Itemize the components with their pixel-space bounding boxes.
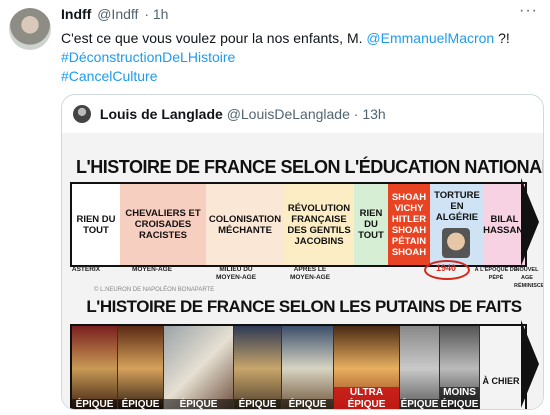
photo-image: ÉPIQUE <box>400 326 440 410</box>
timeline-label: MOYEN-AGE <box>131 266 173 273</box>
epic-tag: ÉPIQUE <box>72 399 117 409</box>
timeline-segment: COLONISATION MÉCHANTE <box>206 184 284 265</box>
timeline-label: APRÈS LE MOYEN-AGE <box>289 266 331 281</box>
timeline-facts: ÉPIQUE ÉPIQUE ÉPIQUE ÉPIQUE ÉPIQUE ULTRA… <box>70 324 527 410</box>
painting-image: ÉPIQUE <box>234 326 282 409</box>
timeline-label: NOUVEL AGE RÉMINISCENT <box>514 267 543 289</box>
avatar[interactable] <box>9 8 51 50</box>
timeline-segment: CHEVALIERS ET CROISADES RACISTES <box>120 184 206 265</box>
portrait-image <box>442 228 470 258</box>
tweet-time[interactable]: · 1h <box>144 6 168 22</box>
timeline-segment: SHOAH VICHY HITLER SHOAH PÉTAIN SHOAH <box>388 184 430 265</box>
quoted-time: · 13h <box>353 106 386 122</box>
epic-tag: ÉPIQUE <box>164 399 233 409</box>
timeline-label: MILIEU DU MOYEN-AGE <box>215 266 257 281</box>
tweet-text-end: ?! <box>494 30 510 46</box>
epic-tag: ÉPIQUE <box>118 399 163 409</box>
more-options-icon[interactable]: ··· <box>519 2 538 20</box>
tweet-text-body: C'est ce que vous voulez pour la nos enf… <box>61 30 367 46</box>
timeline-education: RIEN DU TOUT CHEVALIERS ET CROISADES RAC… <box>70 182 527 267</box>
ultra-epic-tag: ULTRA ÉPIQUE <box>334 387 399 409</box>
timeline-segment: RIEN DU TOUT <box>354 184 388 265</box>
timeline-label: ASTÉRIX <box>71 266 101 273</box>
highlight-circle-icon <box>424 260 470 280</box>
timeline-arrow-icon <box>521 178 539 266</box>
quoted-avatar <box>73 105 91 123</box>
photo-image: MOINS ÉPIQUE <box>440 326 480 410</box>
epic-tag: ÉPIQUE <box>282 399 333 409</box>
tweet[interactable]: Indff @Indff · 1h ··· C'est ce que vous … <box>0 0 550 415</box>
timeline-label: À L'ÉPOQUE DE PÉPÉ <box>474 267 518 281</box>
hashtag-link[interactable]: #CancelCulture <box>61 68 158 84</box>
hashtag-link[interactable]: #DéconstructionDeLHistoire <box>61 49 235 65</box>
author-credit: © L.NEURON DE NAPOLÉON BONAPARTE <box>94 287 215 293</box>
epic-tag: ÉPIQUE <box>234 399 281 409</box>
less-epic-tag: MOINS ÉPIQUE <box>440 387 479 410</box>
quoted-header: Louis de Langlade @LouisDeLanglade · 13h <box>73 105 386 123</box>
image-title-bottom: L'HISTOIRE DE FRANCE SELON LES PUTAINS D… <box>86 297 522 316</box>
last-label: À CHIER <box>482 376 520 386</box>
timeline-segment: BILAL HASSANI <box>483 184 526 265</box>
tweet-header: Indff @Indff · 1h <box>61 6 168 22</box>
painting-image: ULTRA ÉPIQUE <box>334 326 400 409</box>
painting-image: ÉPIQUE <box>282 326 334 409</box>
timeline-arrow-icon <box>521 320 539 408</box>
painting-image: ÉPIQUE <box>118 326 164 409</box>
painting-image: ÉPIQUE <box>72 326 118 409</box>
mention-link[interactable]: @EmmanuelMacron <box>366 30 494 46</box>
image-title-top: L'HISTOIRE DE FRANCE SELON L'ÉDUCATION N… <box>76 157 544 177</box>
quoted-author-handle: @LouisDeLanglade <box>226 106 350 122</box>
timeline-segment: RÉVOLUTION FRANÇAISE DES GENTILS JACOBIN… <box>284 184 354 265</box>
timeline-segment: RIEN DU TOUT <box>72 184 120 265</box>
epic-tag: ÉPIQUE <box>400 399 439 410</box>
quoted-image[interactable]: L'HISTOIRE DE FRANCE SELON L'ÉDUCATION N… <box>62 133 543 409</box>
author-handle[interactable]: @Indff <box>97 6 138 22</box>
author-name[interactable]: Indff <box>61 6 91 22</box>
painting-image: ÉPIQUE <box>164 326 234 409</box>
quoted-author-name: Louis de Langlade <box>99 106 223 122</box>
tweet-text: C'est ce que vous voulez pour la nos enf… <box>61 29 541 86</box>
quoted-tweet[interactable]: Louis de Langlade @LouisDeLanglade · 13h… <box>61 94 544 410</box>
